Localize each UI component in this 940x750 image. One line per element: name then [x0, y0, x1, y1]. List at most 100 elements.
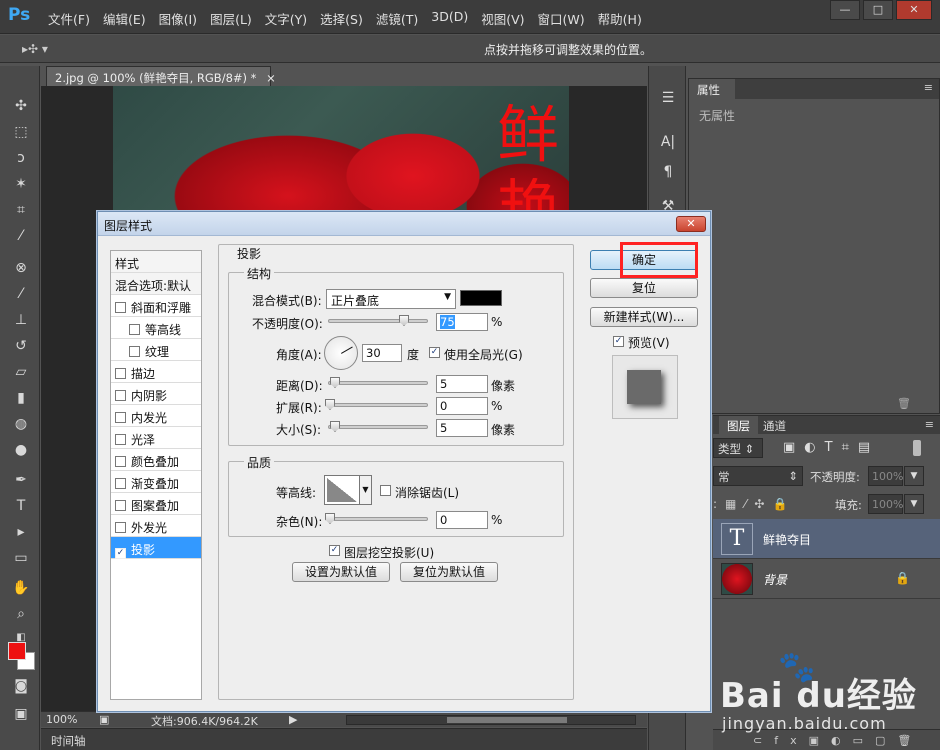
tab-layers[interactable]: 图层: [719, 416, 758, 434]
menu-file[interactable]: 文件(F): [48, 9, 90, 28]
filter-icons[interactable]: ▣◐T⌗▤: [783, 440, 879, 455]
style-item-bevel-emboss[interactable]: 斜面和浮雕: [111, 295, 201, 317]
status-arrow-icon[interactable]: ▶: [289, 713, 297, 726]
zoom-level[interactable]: 100%: [46, 713, 77, 726]
distance-slider[interactable]: [328, 377, 428, 388]
noise-input[interactable]: 0: [436, 511, 488, 529]
tab-channels[interactable]: 通道: [755, 416, 794, 434]
reset-button[interactable]: 复位: [590, 278, 698, 298]
layer-fill-input[interactable]: 100%: [868, 494, 903, 514]
fill-dropdown-icon[interactable]: ▼: [904, 494, 924, 514]
distance-input[interactable]: 5: [436, 375, 488, 393]
checkbox[interactable]: [129, 324, 140, 335]
eraser-icon[interactable]: ▱: [11, 362, 31, 382]
checkbox[interactable]: [115, 500, 126, 511]
maximize-icon[interactable]: □: [863, 0, 893, 20]
checkbox-checked[interactable]: ✓: [115, 548, 126, 559]
magic-wand-icon[interactable]: ✶: [11, 174, 31, 194]
history-panel-icon[interactable]: ☰: [658, 88, 678, 108]
checkbox[interactable]: [129, 346, 140, 357]
antialias-checkbox[interactable]: [380, 485, 391, 496]
menu-3d[interactable]: 3D(D): [431, 9, 468, 28]
contour-preview[interactable]: [324, 475, 360, 505]
horizontal-scrollbar[interactable]: [346, 715, 636, 725]
screen-mode-icon[interactable]: ▣: [11, 704, 31, 724]
checkbox[interactable]: [115, 390, 126, 401]
pen-tool-icon[interactable]: ✒: [11, 470, 31, 490]
noise-slider[interactable]: [325, 513, 428, 524]
clone-stamp-icon[interactable]: ⊥: [11, 310, 31, 330]
opacity-slider[interactable]: [328, 315, 428, 326]
opacity-input[interactable]: 75: [436, 313, 488, 331]
global-light-checkbox[interactable]: ✓: [429, 347, 440, 358]
opacity-dropdown-icon[interactable]: ▼: [904, 466, 924, 486]
checkbox[interactable]: [115, 478, 126, 489]
panel-menu-icon[interactable]: ≡: [924, 81, 933, 94]
filter-toggle[interactable]: [913, 440, 921, 456]
eyedropper-icon[interactable]: ⁄: [11, 226, 31, 246]
close-icon[interactable]: ✕: [676, 216, 706, 232]
layer-row-text[interactable]: T 鲜艳夺目: [713, 519, 940, 559]
checkbox[interactable]: [115, 368, 126, 379]
style-item-styles[interactable]: 样式: [111, 251, 201, 273]
path-select-icon[interactable]: ▸: [11, 522, 31, 542]
style-item-drop-shadow[interactable]: ✓ 投影: [111, 537, 201, 559]
menu-view[interactable]: 视图(V): [481, 9, 524, 28]
dialog-titlebar[interactable]: 图层样式 ✕: [98, 212, 710, 236]
type-tool-icon[interactable]: T: [11, 496, 31, 516]
status-menu-icon[interactable]: ▣: [99, 713, 109, 726]
tab-properties[interactable]: 属性: [689, 79, 735, 99]
checkbox[interactable]: [115, 412, 126, 423]
size-slider[interactable]: [328, 421, 428, 432]
angle-dial[interactable]: [324, 336, 358, 370]
layer-filter-select[interactable]: 类型 ⇕: [713, 438, 763, 458]
trash-icon[interactable]: 🗑: [897, 397, 911, 410]
dodge-tool-icon[interactable]: ●: [11, 440, 31, 460]
spread-input[interactable]: 0: [436, 397, 488, 415]
marquee-tool-icon[interactable]: ⬚: [11, 122, 31, 142]
menu-edit[interactable]: 编辑(E): [103, 9, 146, 28]
character-panel-icon[interactable]: A|: [658, 132, 678, 152]
gradient-tool-icon[interactable]: ▮: [11, 388, 31, 408]
style-item-stroke[interactable]: 描边: [111, 361, 201, 383]
blur-tool-icon[interactable]: ◍: [11, 414, 31, 434]
checkbox[interactable]: [115, 434, 126, 445]
zoom-tool-icon[interactable]: ⌕: [11, 604, 31, 624]
new-style-button[interactable]: 新建样式(W)...: [590, 307, 698, 327]
brush-tool-icon[interactable]: ⁄: [11, 284, 31, 304]
lasso-tool-icon[interactable]: ↄ: [11, 148, 31, 168]
layer-blend-select[interactable]: 常 ⇕: [713, 466, 803, 486]
size-input[interactable]: 5: [436, 419, 488, 437]
menu-filter[interactable]: 滤镜(T): [376, 9, 418, 28]
layer-opacity-input[interactable]: 100%: [868, 466, 903, 486]
foreground-color-swatch[interactable]: [8, 642, 26, 660]
shape-tool-icon[interactable]: ▭: [11, 548, 31, 568]
checkbox[interactable]: [115, 522, 126, 533]
menu-type[interactable]: 文字(Y): [265, 9, 307, 28]
contour-dropdown-icon[interactable]: ▼: [360, 475, 372, 505]
menu-layer[interactable]: 图层(L): [210, 9, 252, 28]
shadow-color-swatch[interactable]: [460, 290, 502, 306]
style-item-satin[interactable]: 光泽: [111, 427, 201, 449]
checkbox[interactable]: [115, 302, 126, 313]
scrollbar-thumb[interactable]: [447, 717, 567, 723]
minimize-icon[interactable]: —: [830, 0, 860, 20]
document-tab[interactable]: 2.jpg @ 100% (鲜艳夺目, RGB/8#) * ×: [46, 66, 276, 86]
menu-image[interactable]: 图像(I): [159, 9, 197, 28]
menu-window[interactable]: 窗口(W): [538, 9, 585, 28]
style-item-contour[interactable]: 等高线: [111, 317, 201, 339]
layer-row-background[interactable]: 背景 🔒: [713, 559, 940, 599]
style-item-blending-options[interactable]: 混合选项:默认: [111, 273, 201, 295]
style-item-gradient-overlay[interactable]: 渐变叠加: [111, 471, 201, 493]
close-icon[interactable]: ✕: [896, 0, 932, 20]
timeline-tab[interactable]: 时间轴: [51, 733, 86, 749]
layers-menu-icon[interactable]: ≡: [925, 418, 934, 431]
preview-checkbox[interactable]: ✓: [613, 336, 624, 347]
menu-help[interactable]: 帮助(H): [598, 9, 642, 28]
lock-icons[interactable]: :▦⁄✣🔒: [713, 497, 795, 511]
spread-slider[interactable]: [325, 399, 428, 410]
healing-brush-icon[interactable]: ⊗: [11, 258, 31, 278]
menu-select[interactable]: 选择(S): [320, 9, 363, 28]
history-brush-icon[interactable]: ↺: [11, 336, 31, 356]
hand-tool-icon[interactable]: ✋: [11, 578, 31, 598]
